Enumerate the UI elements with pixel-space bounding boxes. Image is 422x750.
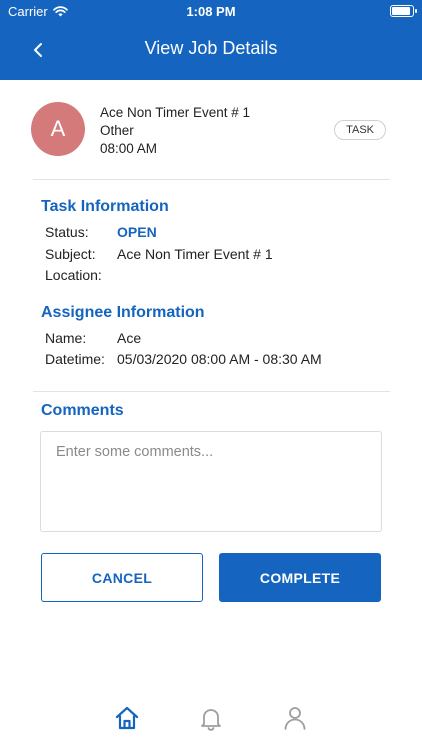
status-row: Status: <box>45 224 89 240</box>
tab-notifications[interactable] <box>195 702 227 734</box>
job-time: 08:00 AM <box>100 141 158 156</box>
name-value: Ace <box>117 330 142 346</box>
task-type-badge: TASK <box>334 120 386 140</box>
tab-profile[interactable] <box>279 702 311 734</box>
avatar: A <box>31 102 85 156</box>
job-name: Ace Non Timer Event # 1 <box>100 105 251 120</box>
subject-row: Subject: <box>45 246 96 262</box>
clock: 1:08 PM <box>186 4 236 19</box>
divider <box>33 179 390 180</box>
job-category: Other <box>100 123 134 138</box>
status-bar: Carrier 1:08 PM <box>0 0 422 24</box>
complete-button[interactable]: COMPLETE <box>219 553 381 602</box>
datetime-value: 05/03/2020 08:00 AM - 08:30 AM <box>117 351 322 367</box>
name-row: Name: <box>45 330 86 346</box>
subject-label: Subject: <box>45 246 96 262</box>
comments-heading: Comments <box>41 402 124 419</box>
job-summary-text: Ace Non Timer Event # 1 Other 08:00 AM <box>100 104 250 158</box>
datetime-row: Datetime: <box>45 351 105 367</box>
datetime-label: Datetime: <box>45 351 105 367</box>
subject-value: Ace Non Timer Event # 1 <box>117 246 273 262</box>
cancel-button[interactable]: CANCEL <box>41 553 203 602</box>
location-row: Location: <box>45 267 102 283</box>
battery-icon <box>390 5 417 17</box>
name-label: Name: <box>45 330 87 346</box>
comments-input[interactable] <box>40 431 382 532</box>
location-label: Location: <box>45 267 102 283</box>
status-value: OPEN <box>117 224 157 240</box>
task-information-heading: Task Information <box>41 198 169 215</box>
assignee-information-heading: Assignee Information <box>41 304 205 321</box>
status-label: Status: <box>45 224 89 240</box>
page-title: View Job Details <box>144 38 278 58</box>
divider <box>33 391 390 392</box>
app-header: Carrier 1:08 PM View Job Details <box>0 0 422 80</box>
job-summary: A Ace Non Timer Event # 1 Other 08:00 AM… <box>0 80 422 180</box>
bottom-tab-bar <box>0 690 422 750</box>
person-icon <box>284 707 306 730</box>
bell-icon <box>201 709 221 731</box>
home-icon <box>115 706 139 730</box>
tab-home[interactable] <box>111 702 143 734</box>
